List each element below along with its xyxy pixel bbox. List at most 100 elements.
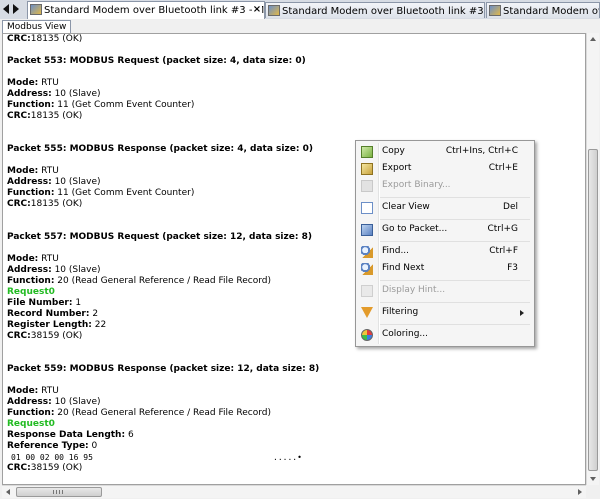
document-tab-strip: Standard Modem over Bluetooth link #3 - … [0,0,600,20]
tab-third-session[interactable]: Standard Modem over Bl [486,2,600,18]
hex-bytes: 01 00 02 00 16 95 [11,453,93,462]
log-spacer [7,133,319,144]
packet-header: Packet 555: MODBUS Response (packet size… [7,144,313,154]
menu-item-label: Clear View [382,202,430,212]
close-tab-icon[interactable]: × [252,4,262,15]
horizontal-scrollbar[interactable] [2,485,586,498]
export-binary-icon [361,180,373,192]
field-value: 18135 (OK) [30,111,83,121]
log-spacer [7,342,319,353]
scroll-down-button[interactable] [587,472,599,485]
arrow-up-icon [590,37,596,41]
menu-item-shortcut: Ctrl+F [489,246,518,256]
field-label: Function: [7,408,55,418]
field-label: Function: [7,276,55,286]
export-icon [361,163,373,175]
menu-item-clear-view[interactable]: Clear View Del [358,200,532,216]
field-label: Function: [7,100,55,110]
packet-header: Packet 557: MODBUS Request (packet size:… [7,232,312,242]
menu-item-find[interactable]: Find... Ctrl+F [358,244,532,260]
packet-field: Address: 10 (Slave) [7,265,319,276]
field-value: RTU [38,78,59,88]
tab-modbus-view-sub[interactable]: Modbus View [2,20,72,34]
field-value: 22 [91,320,107,330]
scroll-right-button[interactable] [573,486,586,498]
field-value: 11 (Get Comm Event Counter) [54,100,195,110]
tab-scroll-left-icon[interactable] [3,4,9,14]
packet-field: Address: 10 (Slave) [7,177,319,188]
field-value: 18135 (OK) [30,34,83,44]
menu-item-label: Display Hint... [382,285,446,295]
grip-icon [53,490,65,494]
log-spacer [7,67,319,78]
packet-header: Packet 559: MODBUS Response (packet size… [7,364,320,374]
crc-field: CRC:38159 (OK) [7,463,319,474]
view-tab-row: Modbus View [0,19,600,34]
field-label: Register Length: [7,320,92,330]
menu-item-shortcut: Ctrl+Ins, Ctrl+C [445,146,518,156]
statistics-icon [268,5,280,16]
scroll-left-button[interactable] [2,486,15,498]
clear-view-icon [361,202,373,214]
request-label: Request0 [7,419,55,429]
menu-item-copy[interactable]: Copy Ctrl+Ins, Ctrl+C [358,144,532,160]
menu-item-export-binary: Export Binary... [358,178,532,194]
log-spacer [7,210,319,221]
field-label: Function: [7,188,55,198]
field-label: Mode: [7,386,39,396]
hex-dump-row: 01 00 02 00 16 95 .....• [7,452,319,463]
vertical-scrollbar[interactable] [586,33,599,485]
menu-item-coloring[interactable]: Coloring... [358,327,532,343]
field-label: Reference Type: [7,441,89,451]
packet-header: Packet 553: MODBUS Request (packet size:… [7,56,306,66]
menu-item-go-to-packet[interactable]: Go to Packet... Ctrl+G [358,222,532,238]
field-value: 2 [89,309,99,319]
menu-item-label: Export Binary... [382,180,451,190]
field-label: CRC: [7,34,31,44]
display-hint-icon [361,285,373,297]
field-label: Address: [7,265,52,275]
menu-item-export[interactable]: Export Ctrl+E [358,161,532,177]
coloring-icon [361,329,373,341]
modem-icon [489,5,501,16]
horizontal-scroll-thumb[interactable] [16,487,102,497]
field-value: 18135 (OK) [30,199,83,209]
packet-field: Response Data Length: 6 [7,430,319,441]
menu-item-label: Export [382,163,412,173]
tab-scroll-right-icon[interactable] [13,4,19,14]
log-spacer [7,353,319,364]
packet-field: Mode: RTU [7,166,319,177]
menu-separator [380,197,530,198]
field-label: Response Data Length: [7,430,126,440]
field-value: 10 (Slave) [51,89,101,99]
menu-item-shortcut: Ctrl+E [488,163,518,173]
crc-field: CRC:18135 (OK) [7,34,319,45]
field-value: 10 (Slave) [51,397,101,407]
tab-label: Standard Modem over Bluetooth link #3 - … [282,6,484,17]
menu-item-find-next[interactable]: Find Next F3 [358,261,532,277]
log-spacer [7,221,319,232]
tab-statistics[interactable]: Standard Modem over Bluetooth link #3 - … [265,2,485,18]
packet-field: Address: 10 (Slave) [7,397,319,408]
packet-field: Reference Type: 0 [7,441,319,452]
field-label: Record Number: [7,309,90,319]
goto-packet-icon [361,224,373,236]
menu-item-label: Filtering [382,307,419,317]
scroll-up-button[interactable] [587,33,599,46]
field-value: 20 (Read General Reference / Read File R… [54,276,272,286]
menu-item-filtering[interactable]: Filtering [358,305,532,321]
vertical-scroll-thumb[interactable] [588,149,598,471]
packet-field: Function: 20 (Read General Reference / R… [7,276,319,287]
field-label: Address: [7,177,52,187]
context-menu: Copy Ctrl+Ins, Ctrl+C Export Ctrl+E Export B… [355,140,535,347]
field-label: CRC: [7,111,31,121]
modem-icon [30,4,42,15]
menu-item-label: Go to Packet... [382,224,448,234]
log-spacer [7,155,319,166]
field-value: 10 (Slave) [51,177,101,187]
packet-field: File Number: 1 [7,298,319,309]
log-spacer [7,243,319,254]
packet-field: Mode: RTU [7,78,319,89]
field-value: 1 [72,298,82,308]
tab-modbus-view[interactable]: Standard Modem over Bluetooth link #3 - … [27,1,265,19]
